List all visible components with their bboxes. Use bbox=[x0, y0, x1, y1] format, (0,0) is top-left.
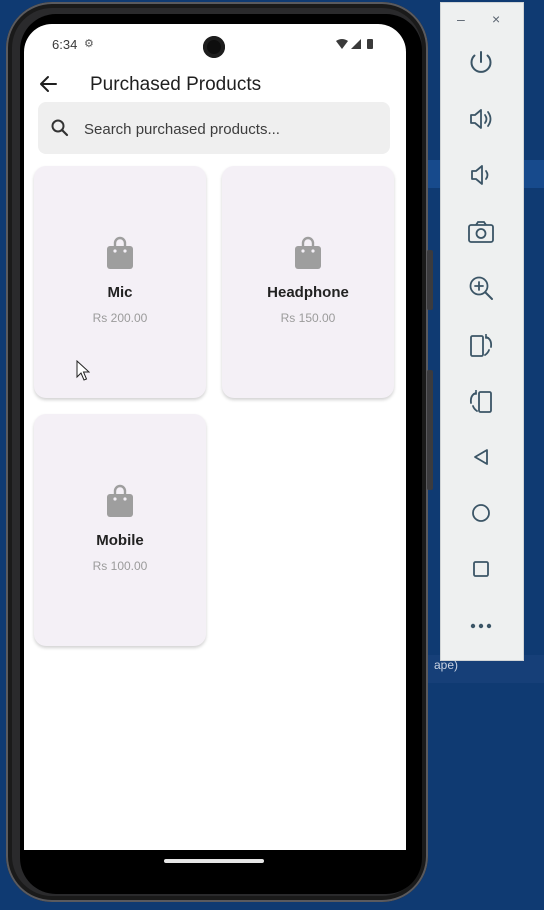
zoom-button[interactable] bbox=[463, 270, 499, 306]
page-title: Purchased Products bbox=[90, 74, 262, 95]
home-button[interactable] bbox=[463, 495, 499, 531]
product-card[interactable]: Headphone Rs 150.00 bbox=[222, 166, 394, 398]
search-icon bbox=[51, 119, 69, 137]
shopping-bag-icon bbox=[295, 236, 321, 269]
product-name: Mobile bbox=[96, 532, 144, 549]
status-bar: 6:34 ⚙ bbox=[24, 24, 406, 64]
screenshot-button[interactable] bbox=[463, 214, 499, 250]
search-input[interactable] bbox=[82, 112, 382, 146]
volume-down-icon bbox=[471, 165, 489, 185]
product-price: Rs 150.00 bbox=[280, 311, 336, 325]
arrow-left-icon bbox=[40, 76, 57, 92]
shopping-bag-icon bbox=[107, 236, 133, 269]
rotate-right-icon bbox=[469, 390, 492, 413]
home-circle-icon bbox=[472, 504, 490, 522]
volume-up-icon bbox=[470, 109, 492, 129]
wifi-icon bbox=[336, 39, 348, 49]
search-box[interactable] bbox=[38, 102, 390, 154]
camera-icon bbox=[468, 221, 494, 243]
notification-icon: ⚙ bbox=[84, 38, 94, 50]
rotate-right-button[interactable] bbox=[463, 383, 499, 419]
minimize-button[interactable]: – bbox=[457, 11, 465, 27]
more-options-button[interactable] bbox=[463, 608, 499, 644]
product-price: Rs 100.00 bbox=[92, 559, 148, 573]
zoom-in-icon bbox=[469, 276, 493, 300]
back-button[interactable] bbox=[34, 70, 64, 98]
product-price: Rs 200.00 bbox=[92, 311, 148, 325]
product-card[interactable]: Mobile Rs 100.00 bbox=[34, 414, 206, 646]
back-triangle-icon bbox=[474, 449, 488, 465]
product-card[interactable]: Mic Rs 200.00 bbox=[34, 166, 206, 398]
app-bar: Purchased Products bbox=[24, 64, 406, 104]
battery-icon bbox=[367, 39, 373, 49]
status-time: 6:34 bbox=[52, 37, 78, 52]
more-options-icon bbox=[470, 623, 492, 629]
product-name: Headphone bbox=[267, 284, 349, 301]
power-button[interactable] bbox=[463, 45, 499, 81]
shopping-bag-icon bbox=[107, 484, 133, 517]
phone-volume-button bbox=[427, 370, 433, 490]
product-name: Mic bbox=[107, 284, 133, 301]
volume-down-button[interactable] bbox=[463, 157, 499, 193]
emulator-toolbar: – × bbox=[440, 2, 524, 661]
overview-button[interactable] bbox=[463, 551, 499, 587]
status-icons bbox=[336, 39, 373, 49]
overview-square-icon bbox=[473, 561, 489, 577]
power-icon bbox=[470, 51, 492, 73]
rotate-left-button[interactable] bbox=[463, 327, 499, 363]
phone-side-button bbox=[427, 250, 433, 310]
volume-up-button[interactable] bbox=[463, 101, 499, 137]
signal-icon bbox=[351, 39, 361, 49]
rotate-left-icon bbox=[470, 334, 493, 357]
gesture-nav-handle[interactable] bbox=[164, 859, 264, 863]
back-nav-button[interactable] bbox=[463, 439, 499, 475]
close-button[interactable]: × bbox=[492, 11, 500, 27]
front-camera bbox=[203, 36, 225, 58]
phone-screen: 6:34 ⚙ Purchased Products Search purchas… bbox=[24, 24, 406, 850]
mouse-cursor-icon bbox=[76, 360, 90, 381]
